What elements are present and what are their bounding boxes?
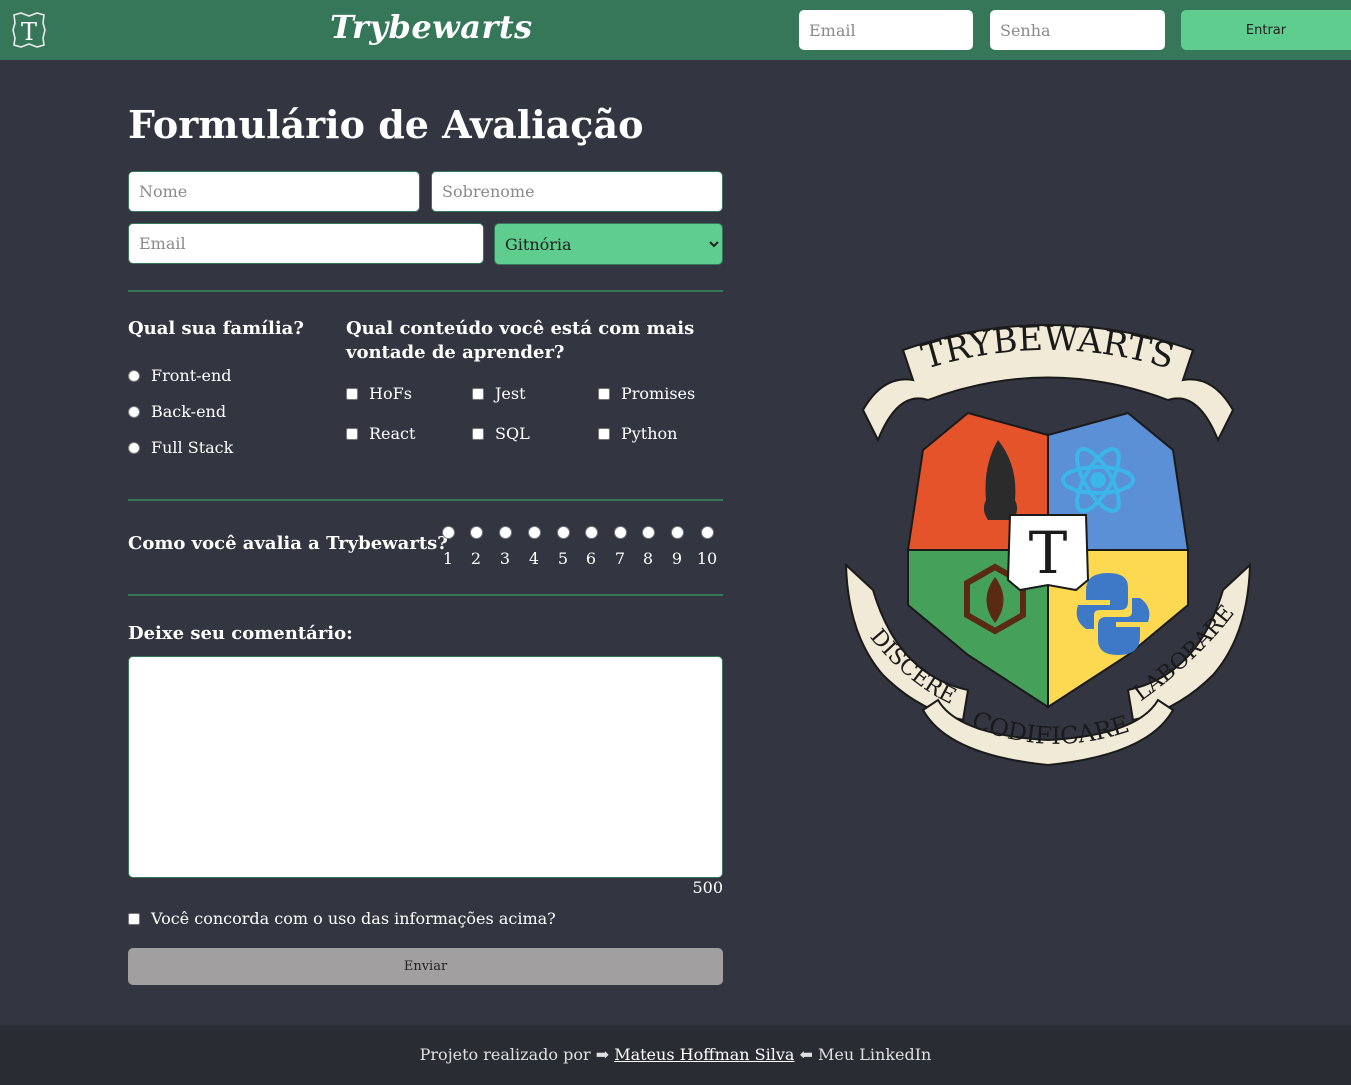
checkbox[interactable] (598, 387, 610, 400)
radio-button[interactable] (641, 526, 655, 539)
radio-button[interactable] (128, 405, 140, 418)
agreement-label: Você concorda com o uso das informações … (151, 909, 556, 928)
form-email-input[interactable] (128, 223, 484, 264)
rating-option[interactable]: 3 (493, 526, 517, 568)
radio-button[interactable] (128, 369, 140, 382)
radio-button[interactable] (128, 441, 140, 454)
checkbox[interactable] (598, 427, 610, 440)
rating-label: 5 (557, 549, 569, 568)
checkbox[interactable] (346, 427, 358, 440)
crest-center-letter: T (1029, 519, 1068, 587)
section-divider (128, 499, 723, 501)
last-name-input[interactable] (431, 171, 723, 212)
rating-option[interactable]: 10 (695, 526, 719, 568)
radio-button[interactable] (700, 526, 714, 539)
radio-button[interactable] (441, 526, 455, 539)
family-option-backend[interactable]: Back-end (128, 402, 226, 421)
content-option-label: React (369, 424, 416, 443)
rating-option[interactable]: 9 (665, 526, 689, 568)
trybewarts-logo-icon: T (12, 12, 46, 48)
content-option-label: SQL (495, 424, 530, 443)
rating-label: 4 (528, 549, 540, 568)
comment-label: Deixe seu comentário: (128, 623, 353, 644)
rating-question: Como você avalia a Trybewarts? (128, 533, 448, 554)
footer-prefix: Projeto realizado por ➡ (419, 1045, 610, 1064)
content-option-sql[interactable]: SQL (472, 424, 530, 443)
section-divider (128, 290, 723, 292)
svg-text:T: T (21, 18, 37, 46)
content-option-hofs[interactable]: HoFs (346, 384, 412, 403)
radio-button[interactable] (527, 526, 541, 539)
agreement-option[interactable]: Você concorda com o uso das informações … (128, 909, 556, 928)
login-password-input[interactable] (990, 10, 1165, 50)
submit-button[interactable]: Enviar (128, 948, 723, 985)
char-counter: 500 (692, 878, 723, 897)
content-option-promises[interactable]: Promises (598, 384, 695, 403)
first-name-input[interactable] (128, 171, 420, 212)
rating-option[interactable]: 2 (464, 526, 488, 568)
rating-label: 6 (585, 549, 597, 568)
login-email-input[interactable] (799, 10, 973, 50)
content-option-react[interactable]: React (346, 424, 415, 443)
rating-option[interactable]: 5 (551, 526, 575, 568)
radio-button[interactable] (498, 526, 512, 539)
rating-label: 10 (696, 549, 718, 568)
rating-option[interactable]: 1 (436, 526, 460, 568)
form-title: Formulário de Avaliação (128, 102, 644, 147)
radio-button[interactable] (556, 526, 570, 539)
login-button[interactable]: Entrar (1181, 10, 1351, 50)
content-option-label: Jest (495, 384, 526, 403)
content-question: Qual conteúdo você está com mais vontade… (346, 318, 695, 363)
rating-label: 3 (499, 549, 511, 568)
radio-button[interactable] (469, 526, 483, 539)
rating-option[interactable]: 7 (608, 526, 632, 568)
family-option-label: Back-end (151, 402, 227, 421)
rating-label: 8 (642, 549, 654, 568)
footer-suffix: ⬅ Meu LinkedIn (799, 1045, 932, 1064)
radio-button[interactable] (670, 526, 684, 539)
family-option-frontend[interactable]: Front-end (128, 366, 232, 385)
content-option-python[interactable]: Python (598, 424, 677, 443)
trybewarts-crest-icon: TRYBEWARTS T DISCERE CODIFICARE LABORARE (844, 319, 1252, 767)
content-option-label: Python (621, 424, 678, 443)
family-question: Qual sua família? (128, 318, 304, 339)
checkbox[interactable] (346, 387, 358, 400)
radio-button[interactable] (584, 526, 598, 539)
radio-button[interactable] (613, 526, 627, 539)
rating-label: 9 (671, 549, 683, 568)
checkbox[interactable] (472, 427, 484, 440)
section-divider (128, 594, 723, 596)
rating-option[interactable]: 4 (522, 526, 546, 568)
checkbox[interactable] (472, 387, 484, 400)
content-option-label: Promises (621, 384, 696, 403)
rating-label: 1 (442, 549, 454, 568)
rating-option[interactable]: 8 (636, 526, 660, 568)
family-option-label: Full Stack (151, 438, 234, 457)
rating-label: 2 (470, 549, 482, 568)
site-title: Trybewarts (330, 8, 533, 46)
content-option-jest[interactable]: Jest (472, 384, 526, 403)
rating-option[interactable]: 6 (579, 526, 603, 568)
checkbox[interactable] (128, 912, 140, 925)
rating-label: 7 (614, 549, 626, 568)
family-option-label: Front-end (151, 366, 232, 385)
author-link[interactable]: Mateus Hoffman Silva (614, 1045, 794, 1064)
comment-textarea[interactable] (128, 656, 723, 878)
page-footer: Projeto realizado por ➡ Mateus Hoffman S… (0, 1025, 1351, 1085)
content-option-label: HoFs (369, 384, 412, 403)
house-select[interactable]: Gitnória (494, 223, 723, 265)
top-header: T Trybewarts Entrar (0, 0, 1351, 60)
family-option-fullstack[interactable]: Full Stack (128, 438, 233, 457)
